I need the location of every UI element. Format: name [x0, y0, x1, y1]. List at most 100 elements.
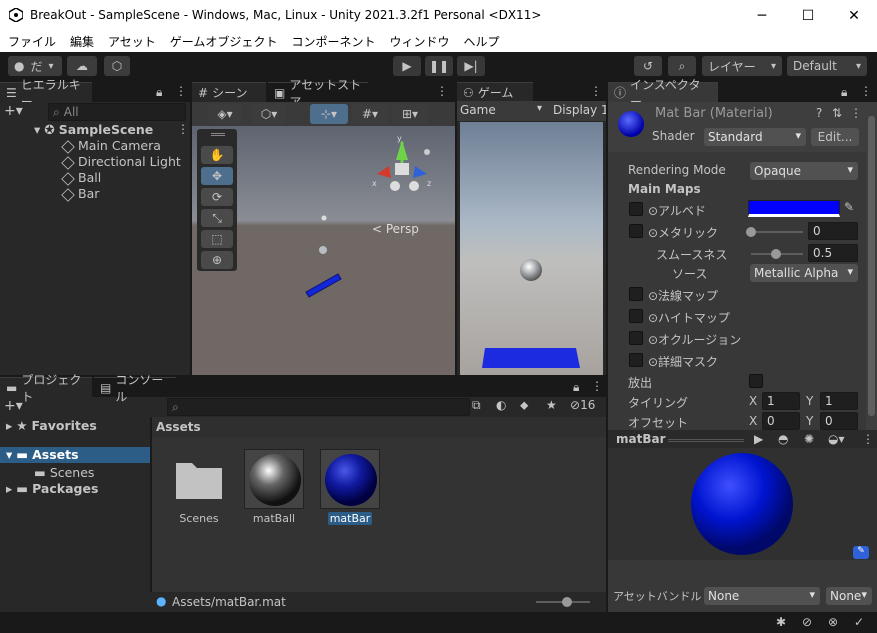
step-button[interactable]: ▶|: [457, 56, 485, 76]
filter-type-icon[interactable]: ◐: [496, 398, 506, 412]
pause-button[interactable]: ❚❚: [425, 56, 453, 76]
help-icon[interactable]: ?: [816, 106, 822, 120]
game-view-dropdown[interactable]: Game ▾: [460, 103, 545, 119]
tab-inspector[interactable]: ⓘインスペクター: [608, 78, 718, 109]
lock-icon[interactable]: 🔒︎: [156, 85, 162, 100]
favorite-star-icon[interactable]: ★: [546, 398, 557, 412]
scenes-folder[interactable]: ▬ Scenes: [34, 465, 94, 480]
grid-dropdown[interactable]: #▾: [352, 104, 388, 124]
tiling-y-field[interactable]: 1: [820, 392, 858, 410]
tab-game[interactable]: ⚇ ゲーム: [457, 82, 533, 102]
metallic-field[interactable]: 0: [808, 222, 858, 240]
preview-resize-handle[interactable]: [668, 439, 744, 442]
play-button[interactable]: ▶: [393, 56, 421, 76]
menu-file[interactable]: ファイル: [0, 33, 62, 50]
scrollbar-thumb[interactable]: [868, 116, 875, 416]
cache-icon[interactable]: ⊗: [828, 615, 838, 629]
scene-root[interactable]: ▾ ✪ SampleScene: [34, 122, 153, 137]
game-viewport[interactable]: [460, 122, 603, 375]
preview-mesh-dropdown[interactable]: ◒▾: [828, 432, 845, 446]
menu-gameobject[interactable]: ゲームオブジェクト: [162, 33, 284, 50]
emission-checkbox[interactable]: [749, 374, 763, 388]
source-dropdown[interactable]: Metallic Alpha: [750, 264, 858, 282]
offset-x-field[interactable]: 0: [762, 412, 800, 430]
menu-help[interactable]: ヘルプ: [455, 33, 505, 50]
tab-asset-store[interactable]: ▣アセットストア: [268, 78, 368, 109]
metallic-slider-track[interactable]: [751, 231, 803, 233]
tab-hierarchy[interactable]: ☰ ヒエラルキー: [0, 78, 92, 109]
smoothness-slider-knob[interactable]: [771, 249, 781, 259]
scale-tool-icon[interactable]: ⤡: [201, 209, 233, 227]
progress-check-icon[interactable]: ✓: [854, 615, 864, 629]
shader-dropdown[interactable]: Standard: [704, 128, 806, 146]
asset-item-scenes[interactable]: Scenes: [170, 457, 228, 525]
icon-size-slider-knob[interactable]: [562, 597, 572, 607]
hierarchy-search-input[interactable]: ⌕ All: [48, 103, 186, 121]
metallic-texture-slot[interactable]: [629, 224, 643, 238]
tiling-x-field[interactable]: 1: [762, 392, 800, 410]
tab-scene[interactable]: # シーン: [192, 82, 266, 102]
asset-item-matbar[interactable]: matBar: [320, 449, 380, 525]
more-icon[interactable]: ⋮: [436, 84, 448, 98]
favorites-folder[interactable]: ▸ ★ Favorites: [6, 418, 97, 433]
collab-icon[interactable]: ⬡: [104, 56, 130, 76]
preset-icon[interactable]: ⇅: [832, 106, 842, 120]
more-icon[interactable]: ⋮: [175, 84, 187, 98]
metallic-slider-knob[interactable]: [746, 227, 756, 237]
snap-dropdown[interactable]: ⊞▾: [392, 104, 428, 124]
hand-tool-icon[interactable]: ✋: [201, 146, 233, 164]
more-icon[interactable]: ⋮: [860, 84, 872, 98]
bug-icon[interactable]: ✱: [776, 615, 786, 629]
hierarchy-item-main-camera[interactable]: Main Camera: [61, 138, 161, 154]
smoothness-field[interactable]: 0.5: [808, 244, 858, 262]
layout-dropdown[interactable]: Default ▾: [787, 56, 867, 76]
offset-y-field[interactable]: 0: [820, 412, 858, 430]
rotate-tool-icon[interactable]: ⟳: [201, 188, 233, 206]
rendering-mode-dropdown[interactable]: Opaque: [750, 162, 858, 180]
inspector-scrollbar[interactable]: [866, 102, 877, 432]
minimize-button[interactable]: ─: [739, 0, 785, 31]
palette-handle[interactable]: [211, 133, 225, 136]
detail-mask-slot[interactable]: [629, 353, 643, 367]
normal-map-slot[interactable]: [629, 287, 643, 301]
eyedropper-icon[interactable]: ✎: [844, 200, 854, 214]
albedo-texture-slot[interactable]: [629, 202, 643, 216]
occlusion-slot[interactable]: [629, 331, 643, 345]
hierarchy-item-ball[interactable]: Ball: [61, 170, 101, 186]
light-icon[interactable]: ✺: [804, 432, 814, 446]
scene-more-icon[interactable]: ⋮: [177, 122, 189, 136]
menu-edit[interactable]: 編集: [62, 33, 100, 50]
project-search-input[interactable]: ⌕: [167, 398, 470, 416]
menu-assets[interactable]: アセット: [100, 33, 162, 50]
filter-label-icon[interactable]: ⬥: [520, 398, 528, 413]
display-dropdown[interactable]: Display 1: [553, 103, 606, 117]
height-map-slot[interactable]: [629, 309, 643, 323]
lock-icon[interactable]: 🔒︎: [573, 380, 579, 395]
asset-bundle-variant-dropdown[interactable]: None: [826, 587, 872, 605]
lock-icon[interactable]: 🔒︎: [841, 85, 847, 100]
persp-label[interactable]: < Persp: [372, 222, 419, 236]
search-icon[interactable]: ⌕: [668, 56, 696, 76]
hierarchy-item-directional-light[interactable]: Directional Light: [61, 154, 181, 170]
scene-viewport[interactable]: ✋ ✥ ⟳ ⤡ ⬚ ⊕ y x z < Persp: [192, 126, 455, 375]
edit-shader-button[interactable]: Edit...: [811, 128, 859, 146]
hierarchy-item-bar[interactable]: Bar: [61, 186, 99, 202]
orientation-gizmo[interactable]: y x z: [367, 134, 437, 204]
breadcrumb-assets[interactable]: Assets: [156, 420, 201, 434]
create-asset-button[interactable]: +▾: [4, 398, 23, 414]
menu-component[interactable]: コンポーネント: [283, 33, 381, 50]
auto-generate-icon[interactable]: ⊘: [802, 615, 812, 629]
more-icon[interactable]: ⋮: [850, 106, 862, 120]
hidden-packages-toggle[interactable]: ⊘16: [570, 398, 595, 412]
packages-folder[interactable]: ▸ ▬ Packages: [6, 481, 98, 496]
rect-tool-icon[interactable]: ⬚: [201, 230, 233, 248]
add-object-button[interactable]: +▾: [4, 103, 23, 119]
play-preview-icon[interactable]: ▶: [754, 432, 763, 446]
albedo-color-swatch[interactable]: [748, 200, 840, 217]
menu-window[interactable]: ウィンドウ: [381, 33, 455, 50]
history-icon[interactable]: ↺: [634, 56, 662, 76]
gizmo-toggle[interactable]: ⊹▾: [310, 104, 348, 124]
search-by-type-icon[interactable]: ⧉: [472, 398, 481, 413]
move-tool-icon[interactable]: ✥: [201, 167, 233, 185]
shading-dropdown[interactable]: ⬡▾: [252, 104, 286, 124]
